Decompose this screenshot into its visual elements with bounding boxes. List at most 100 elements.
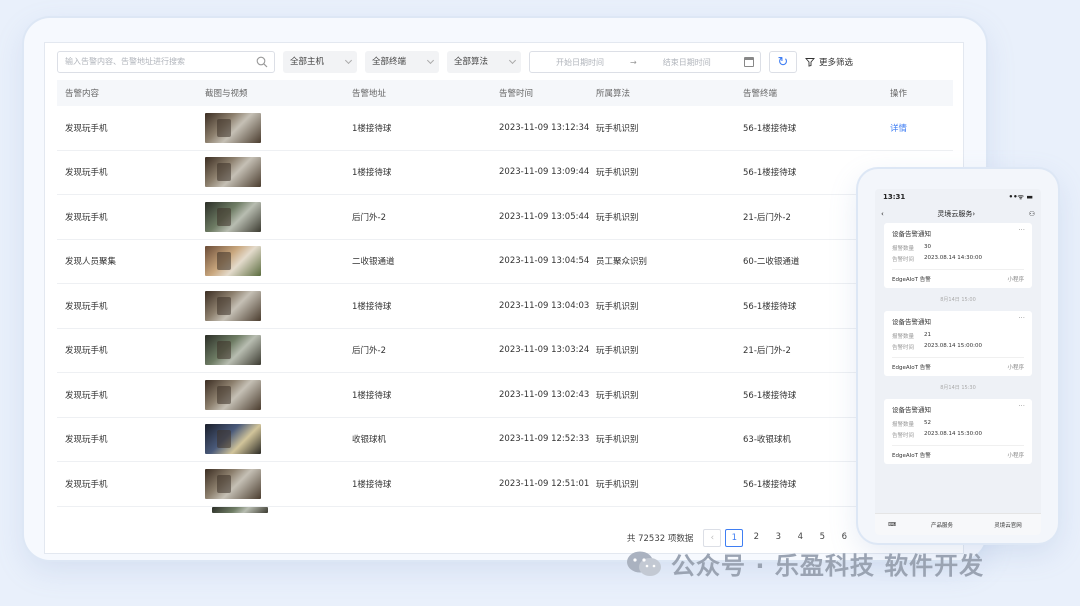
terminal-select[interactable]: 全部终端 <box>365 51 439 73</box>
back-icon[interactable]: ‹ <box>881 210 884 218</box>
phone-status-bar: 13:31 ••ᯤ ▬ <box>875 189 1041 205</box>
table-row[interactable]: 发现人员聚集 二收银通道 2023-11-09 13:04:54 员工聚众识别 60-二… <box>57 240 953 284</box>
table-row[interactable]: 发现玩手机 1楼接待球 2023-11-09 12:51:01 玩手机识别 56-1楼接… <box>57 462 953 507</box>
phone-title-text: 灵境云服务 <box>937 210 973 218</box>
table-body: 发现玩手机 1楼接待球 2023-11-09 13:12:34 玩手机识别 56-1楼接… <box>57 106 953 507</box>
alert-card[interactable]: ··· 设备告警通知 报警数量 30 告警时间 2023.08.14 14:30:0… <box>884 223 1032 288</box>
tab-official-site[interactable]: 灵境云官网 <box>975 521 1041 529</box>
mini-program-link[interactable]: 小程序 <box>1007 451 1024 459</box>
phone-title[interactable]: 灵境云服务› <box>937 209 975 219</box>
snapshot-cell <box>205 379 352 410</box>
more-icon[interactable]: ··· <box>1018 402 1025 410</box>
watermark: 公众号 · 乐盈科技 软件开发 <box>625 546 984 581</box>
refresh-button[interactable]: ↻ <box>769 51 797 73</box>
header-terminal[interactable]: 告警终端 <box>743 87 890 99</box>
alert-content: 发现玩手机 <box>65 346 108 357</box>
snapshot-cell <box>205 246 352 277</box>
laptop-frame: 输入告警内容、告警地址进行搜索 全部主机 全部终端 全部算法 开始日期时间 → … <box>24 18 986 560</box>
phone-screen: 13:31 ••ᯤ ▬ ‹ 灵境云服务› ⚇ ··· 设备告警通知 报警数量 30… <box>875 189 1041 535</box>
snapshot-thumbnail[interactable] <box>205 201 261 232</box>
snapshot-thumbnail[interactable] <box>205 335 261 366</box>
page-5[interactable]: 5 <box>813 529 831 547</box>
table-row[interactable]: 发现玩手机 收银球机 2023-11-09 12:52:33 玩手机识别 63-收银球机… <box>57 418 953 462</box>
alert-address: 后门外-2 <box>352 212 386 223</box>
snapshot-thumbnail[interactable] <box>212 506 268 513</box>
mini-program-link[interactable]: 小程序 <box>1007 363 1024 371</box>
alert-time: 2023-11-09 13:05:44 <box>499 211 590 222</box>
alert-content: 发现玩手机 <box>65 435 108 446</box>
end-date-field[interactable]: 结束日期时间 <box>663 57 711 68</box>
alert-card[interactable]: ··· 设备告警通知 报警数量 52 告警时间 2023.08.14 15:30:0… <box>884 399 1032 464</box>
date-range-picker[interactable]: 开始日期时间 → 结束日期时间 <box>529 51 761 73</box>
alert-address: 1楼接待球 <box>352 390 392 401</box>
tab-product-service[interactable]: 产品服务 <box>909 521 975 529</box>
table-row[interactable]: 发现玩手机 1楼接待球 2023-11-09 13:04:03 玩手机识别 56-1楼接… <box>57 284 953 329</box>
table-row[interactable]: 发现玩手机 1楼接待球 2023-11-09 13:09:44 玩手机识别 56-1楼接… <box>57 151 953 195</box>
snapshot-cell <box>205 335 352 366</box>
alert-address: 1楼接待球 <box>352 479 392 490</box>
mini-program-link[interactable]: 小程序 <box>1007 275 1024 283</box>
user-icon[interactable]: ⚇ <box>1029 210 1035 218</box>
snapshot-cell <box>205 112 352 143</box>
prev-page-button[interactable]: ‹ <box>703 529 722 547</box>
snapshot-cell <box>205 424 352 455</box>
search-input[interactable]: 输入告警内容、告警地址进行搜索 <box>57 51 275 73</box>
snapshot-thumbnail[interactable] <box>205 290 261 321</box>
alert-card[interactable]: ··· 设备告警通知 报警数量 21 告警时间 2023.08.14 15:00:0… <box>884 311 1032 376</box>
alert-content: 发现玩手机 <box>65 301 108 312</box>
header-algorithm[interactable]: 所属算法 <box>596 87 743 99</box>
wechat-logo-icon <box>627 551 661 576</box>
header-address[interactable]: 告警地址 <box>352 87 499 99</box>
table-row[interactable]: 发现玩手机 后门外-2 2023-11-09 13:03:24 玩手机识别 21-后门外… <box>57 329 953 373</box>
refresh-icon: ↻ <box>777 54 789 70</box>
table-row[interactable]: 发现玩手机 1楼接待球 2023-11-09 13:02:43 玩手机识别 56-1楼接… <box>57 373 953 418</box>
start-date-field[interactable]: 开始日期时间 <box>556 57 604 68</box>
detail-link[interactable]: 详情 <box>890 124 907 134</box>
snapshot-thumbnail[interactable] <box>205 424 261 455</box>
snapshot-thumbnail[interactable] <box>205 157 261 188</box>
alert-table: 告警内容 截图与视频 告警地址 告警时间 所属算法 告警终端 操作 发现玩手机 1… <box>57 80 953 513</box>
snapshot-thumbnail[interactable] <box>205 112 261 143</box>
header-time[interactable]: 告警时间 <box>499 87 596 99</box>
page-2[interactable]: 2 <box>747 529 765 547</box>
search-placeholder: 输入告警内容、告警地址进行搜索 <box>65 57 185 66</box>
card-count: 报警数量 21 <box>892 332 932 340</box>
alert-time: 2023-11-09 13:04:54 <box>499 256 590 267</box>
keyboard-icon[interactable]: ⌨ <box>875 522 909 528</box>
page-3[interactable]: 3 <box>769 529 787 547</box>
page-4[interactable]: 4 <box>791 529 809 547</box>
card-time: 告警时间 2023.08.14 15:00:00 <box>892 343 982 351</box>
partial-row <box>57 506 953 513</box>
calendar-icon[interactable] <box>744 57 754 67</box>
alert-algorithm: 玩手机识别 <box>596 123 639 134</box>
page-6[interactable]: 6 <box>835 529 853 547</box>
header-snapshot[interactable]: 截图与视频 <box>205 87 352 99</box>
snapshot-thumbnail[interactable] <box>205 468 261 499</box>
snapshot-thumbnail[interactable] <box>205 246 261 277</box>
card-source: EdgeAIoT 告警 <box>892 277 931 283</box>
watermark-text: 公众号 · 乐盈科技 软件开发 <box>671 552 985 580</box>
table-row[interactable]: 发现玩手机 1楼接待球 2023-11-09 13:12:34 玩手机识别 56-1楼接… <box>57 106 953 151</box>
chevron-right-icon: › <box>972 210 976 218</box>
more-filters-button[interactable]: 更多筛选 <box>805 56 853 68</box>
alert-address: 后门外-2 <box>352 346 386 357</box>
header-content[interactable]: 告警内容 <box>57 87 205 99</box>
card-source: EdgeAIoT 告警 <box>892 453 931 459</box>
alert-address: 收银球机 <box>352 435 387 446</box>
more-icon[interactable]: ··· <box>1018 226 1025 234</box>
page-1[interactable]: 1 <box>725 529 744 547</box>
host-select[interactable]: 全部主机 <box>283 51 357 73</box>
host-select-value: 全部主机 <box>290 57 325 67</box>
snapshot-cell <box>205 290 352 321</box>
algorithm-select[interactable]: 全部算法 <box>447 51 521 73</box>
snapshot-cell <box>205 157 352 188</box>
alert-address: 二收银通道 <box>352 257 395 268</box>
alert-list-screen: 输入告警内容、告警地址进行搜索 全部主机 全部终端 全部算法 开始日期时间 → … <box>44 42 964 554</box>
alert-time: 2023-11-09 13:09:44 <box>499 167 590 178</box>
snapshot-thumbnail[interactable] <box>205 379 261 410</box>
algorithm-select-value: 全部算法 <box>454 57 489 67</box>
table-row[interactable]: 发现玩手机 后门外-2 2023-11-09 13:05:44 玩手机识别 21-后门外… <box>57 195 953 240</box>
search-icon[interactable] <box>256 56 268 68</box>
more-icon[interactable]: ··· <box>1018 314 1025 322</box>
alert-address: 1楼接待球 <box>352 123 392 134</box>
